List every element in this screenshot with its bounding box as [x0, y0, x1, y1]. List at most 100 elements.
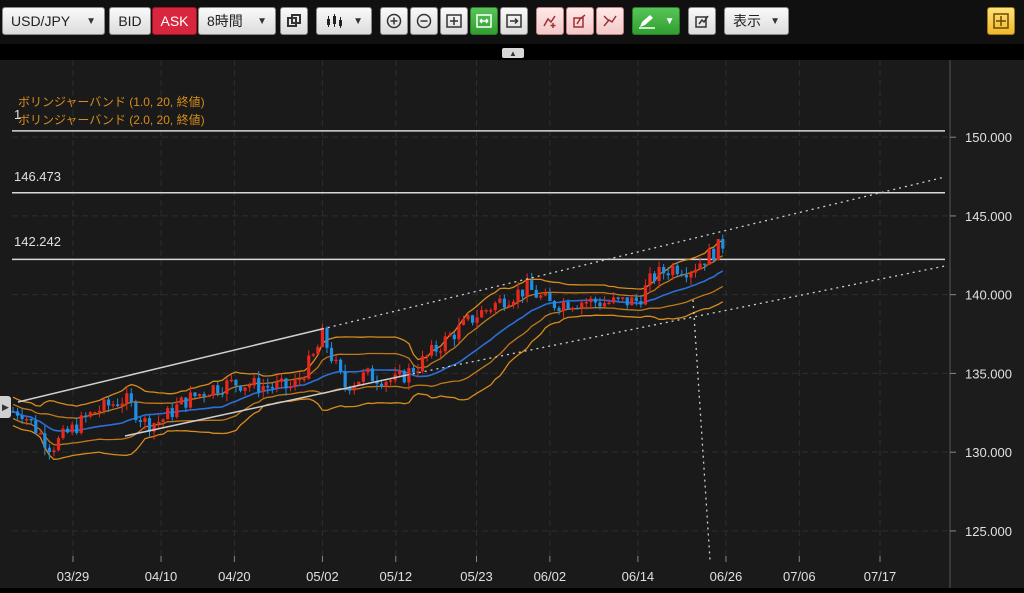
candle-body	[25, 418, 29, 421]
candle-body	[470, 315, 475, 323]
chevron-down-icon: ▼	[86, 15, 96, 27]
candle-body	[275, 381, 279, 388]
currency-pair-select[interactable]: USD/JPY ▼	[2, 7, 105, 35]
timeframe-select[interactable]: 8時間 ▼	[198, 7, 276, 35]
candle-body	[243, 387, 247, 391]
candle-body	[498, 298, 502, 303]
draw-copy-button[interactable]	[566, 7, 594, 35]
candle-body	[329, 347, 334, 362]
draw-add-button[interactable]	[536, 7, 564, 35]
x-tick-label: 06/14	[622, 569, 655, 584]
candle-body	[662, 267, 666, 274]
candle-body	[70, 424, 74, 433]
candle-body	[143, 418, 147, 422]
candle-body	[516, 289, 520, 302]
candle-body	[47, 447, 51, 453]
candle-body	[411, 368, 415, 373]
candle-body	[29, 418, 33, 421]
candle-body	[398, 370, 402, 375]
pen-icon	[638, 15, 655, 29]
side-panel-toggle[interactable]: ▶	[0, 396, 11, 418]
candle-body	[79, 415, 83, 433]
candle-body	[270, 386, 274, 389]
candle-body	[320, 327, 324, 347]
x-tick-label: 06/26	[710, 569, 743, 584]
candle-body	[571, 307, 575, 310]
candle-body	[643, 285, 648, 305]
candle-body	[252, 377, 256, 386]
candle-body	[166, 408, 170, 420]
candle-body	[339, 359, 343, 372]
y-tick-label: 150.000	[965, 130, 1012, 145]
candle-body	[443, 336, 447, 352]
candle-body	[102, 399, 106, 411]
candle-body	[234, 379, 238, 386]
expand-button[interactable]	[987, 7, 1015, 35]
x-tick-label: 04/10	[145, 569, 178, 584]
candle-body	[534, 289, 538, 298]
x-tick-label: 04/20	[218, 569, 251, 584]
candle-body	[612, 297, 616, 303]
candle-body	[657, 267, 661, 282]
candle-body	[511, 301, 516, 306]
chart-area[interactable]: 150.000 145.000 140.000 135.000 130.000 125.0…	[0, 60, 1024, 588]
currency-pair-value: USD/JPY	[11, 13, 71, 29]
draw-tool-select[interactable]: ▼	[632, 7, 680, 35]
candle-body	[475, 317, 479, 323]
candle-body	[116, 404, 120, 407]
candle-body	[11, 411, 15, 413]
candle-body	[184, 397, 188, 408]
toolbar: USD/JPY ▼ BID ASK 8時間 ▼ ▼ ▼ 表示 ▼	[0, 0, 1024, 44]
candle-body	[493, 302, 497, 311]
candle-body	[302, 378, 306, 381]
candle-body	[425, 355, 429, 358]
bid-button[interactable]: BID	[109, 7, 151, 35]
chart-type-select[interactable]: ▼	[316, 7, 372, 35]
link-button[interactable]	[280, 7, 308, 35]
x-tick-label: 05/02	[306, 569, 339, 584]
scroll-latest-button[interactable]	[500, 7, 528, 35]
auto-scale-button[interactable]	[470, 7, 498, 35]
link-icon	[287, 14, 301, 27]
candle-body	[157, 421, 161, 424]
chevron-down-icon: ▼	[770, 15, 780, 27]
timeframe-value: 8時間	[207, 13, 243, 29]
candle-body	[625, 297, 629, 306]
candle-body	[97, 410, 102, 413]
candle-body	[66, 428, 70, 433]
hline-146-label: 146.473	[14, 169, 61, 184]
screenshot-icon	[695, 15, 709, 28]
price-chart[interactable]: 150.000 145.000 140.000 135.000 130.000 125.0…	[0, 60, 1024, 588]
candle-body	[266, 385, 270, 388]
display-menu[interactable]: 表示 ▼	[724, 7, 789, 35]
candle-body	[207, 395, 211, 398]
screenshot-button[interactable]	[688, 7, 716, 35]
collapse-toolbar-button[interactable]: ▲	[502, 48, 524, 58]
candle-body	[248, 385, 252, 388]
candle-body	[111, 404, 115, 406]
candle-body	[179, 397, 183, 405]
zoom-in-button[interactable]	[380, 7, 408, 35]
candle-body	[334, 359, 338, 362]
candle-body	[61, 428, 65, 439]
zoom-out-button[interactable]	[410, 7, 438, 35]
candle-body	[484, 310, 488, 312]
candle-body	[461, 319, 466, 325]
candle-body	[580, 302, 584, 308]
draw-copy-icon	[573, 14, 586, 28]
candle-body	[370, 368, 375, 382]
candlestick-icon	[327, 14, 342, 28]
display-label: 表示	[733, 13, 761, 29]
fit-button[interactable]	[440, 7, 468, 35]
candle-body	[225, 380, 229, 394]
candle-body	[56, 438, 61, 451]
candle-body	[693, 269, 698, 273]
ask-button[interactable]: ASK	[152, 7, 197, 35]
candle-body	[480, 310, 484, 318]
candle-body	[543, 293, 547, 296]
candle-body	[634, 297, 638, 302]
candle-body	[707, 248, 711, 265]
draw-delete-button[interactable]	[596, 7, 624, 35]
candle-body	[197, 394, 202, 397]
candle-body	[616, 297, 620, 299]
